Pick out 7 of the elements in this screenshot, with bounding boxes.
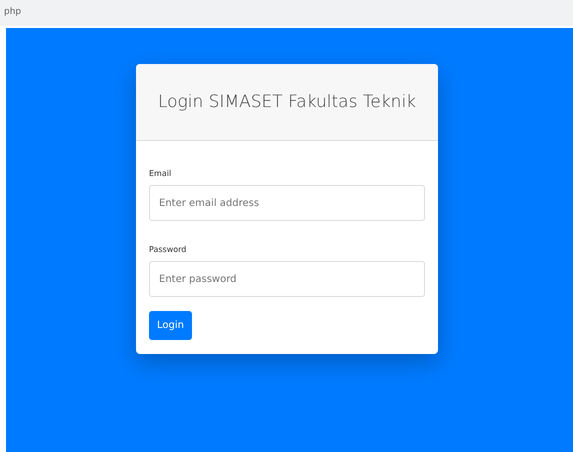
- field-label: Password: [149, 244, 186, 256]
- login-button[interactable]: Login: [149, 311, 192, 340]
- card-title: Login SIMASET Fakultas Teknik: [158, 92, 416, 112]
- url-text: php: [4, 7, 22, 17]
- field-label: Email: [149, 168, 172, 180]
- input-field[interactable]: Enter password: [149, 261, 425, 297]
- input-field[interactable]: Enter email address: [149, 185, 425, 221]
